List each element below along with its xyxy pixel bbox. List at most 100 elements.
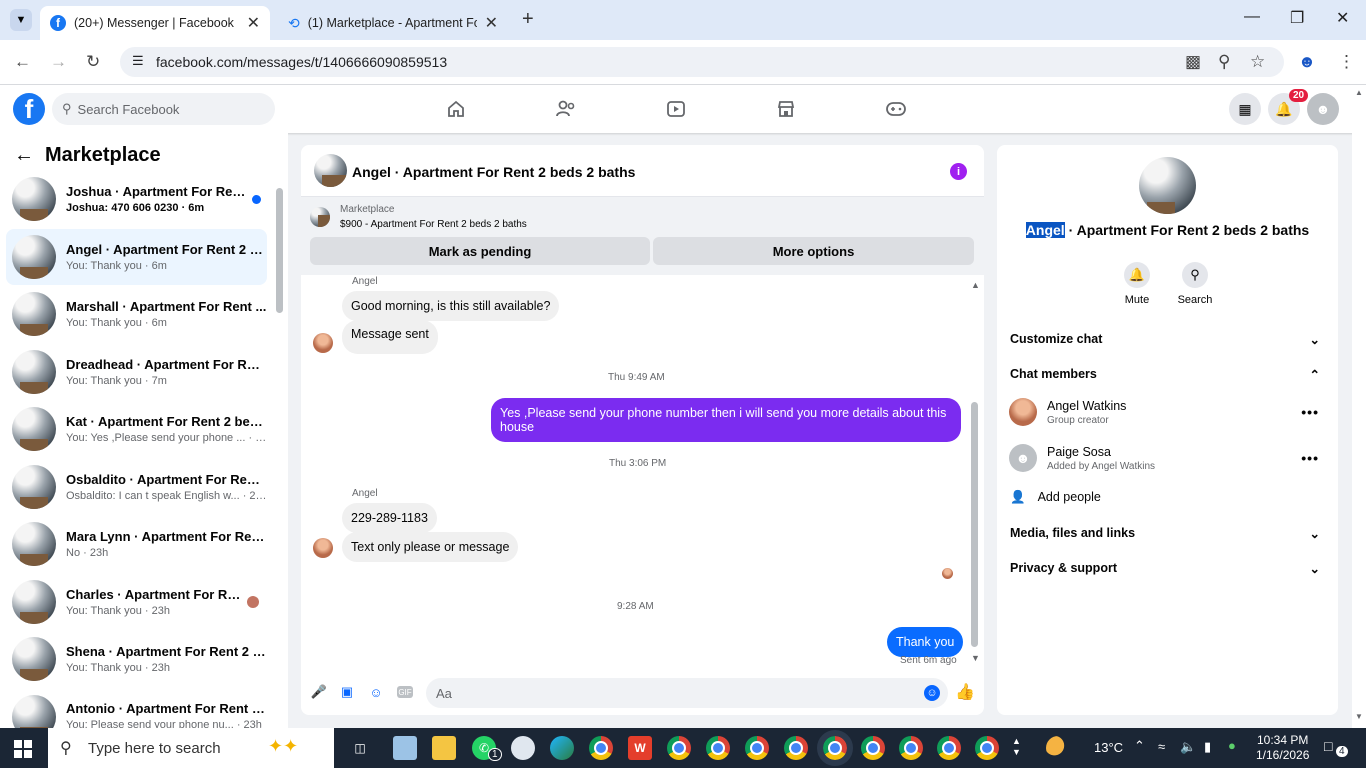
sender-avatar[interactable] — [313, 333, 333, 353]
microphone-icon[interactable]: 🎤 — [311, 684, 327, 700]
message-bubble[interactable]: Thank you — [887, 627, 964, 657]
conversation-item[interactable]: Joshua · Apartment For Rent ... Joshua: 4… — [6, 171, 267, 227]
menu-kebab-icon[interactable]: ⋮ — [1338, 52, 1355, 72]
marketplace-icon[interactable] — [774, 97, 798, 121]
privacy-support-section[interactable]: Privacy & support ⌄ — [1010, 561, 1320, 576]
close-tab-icon[interactable]: ✕ — [485, 13, 498, 33]
conversation-item[interactable]: Charles · Apartment For Rent ... You: Tha… — [6, 574, 267, 630]
member-options-icon[interactable]: ••• — [1301, 450, 1319, 466]
scroll-down-icon[interactable]: ▼ — [1355, 712, 1363, 721]
back-icon[interactable]: ← — [14, 52, 31, 72]
page-scrollbar[interactable]: ▲ ▼ — [1352, 88, 1366, 728]
video-icon[interactable] — [664, 97, 688, 121]
edge-icon[interactable] — [550, 736, 574, 760]
clock[interactable]: 10:34 PM 1/16/2026 — [1256, 733, 1309, 763]
gif-icon[interactable]: GIF — [397, 686, 413, 698]
url-field[interactable]: ☰ facebook.com/messages/t/14066660908595… — [120, 47, 1284, 77]
minimize-icon[interactable]: — — [1244, 8, 1260, 26]
weather-moon-icon[interactable] — [1046, 736, 1070, 760]
chrome-icon[interactable] — [937, 736, 961, 760]
security-icon[interactable]: ● — [1228, 738, 1236, 753]
customize-chat-section[interactable]: Customize chat ⌄ — [1010, 332, 1320, 347]
forward-icon[interactable]: → — [50, 52, 67, 72]
wifi-icon[interactable]: ≈ — [1158, 739, 1165, 754]
message-bubble[interactable]: Good morning, is this still available? — [342, 291, 560, 321]
scroll-up-icon[interactable]: ▲ — [971, 280, 980, 290]
taskbar-overflow-icon[interactable]: ▲ ▼ — [1012, 736, 1021, 758]
message-bubble[interactable]: Yes ,Please send your phone number then … — [491, 398, 961, 442]
conversation-item[interactable]: Shena · Apartment For Rent 2 b... You: Th… — [6, 631, 267, 687]
conversation-item[interactable]: Marshall · Apartment For Rent ... You: Th… — [6, 286, 267, 342]
office-icon[interactable]: W — [628, 736, 652, 760]
conversation-item[interactable]: Angel · Apartment For Rent 2 b... You: Th… — [6, 229, 267, 285]
mark-pending-button[interactable]: Mark as pending — [310, 237, 650, 265]
menu-grid-icon[interactable]: ▦ — [1229, 93, 1261, 125]
add-people-button[interactable]: 👤 Add people — [1010, 490, 1320, 505]
volume-icon[interactable]: 🔈 — [1180, 739, 1196, 755]
close-tab-icon[interactable]: ✕ — [247, 13, 260, 33]
listing-avatar-large[interactable] — [1139, 157, 1196, 214]
member-row[interactable]: Angel Watkins Group creator ••• — [1009, 396, 1319, 428]
chrome-icon[interactable] — [706, 736, 730, 760]
chrome-icon[interactable] — [745, 736, 769, 760]
temperature-text[interactable]: 13°C — [1094, 740, 1123, 755]
sticker-icon[interactable]: ☺ — [368, 684, 384, 700]
paint-app-icon[interactable] — [511, 736, 535, 760]
conversation-item[interactable]: Antonio · Apartment For Rent 2... You: Pl… — [6, 689, 267, 728]
maximize-icon[interactable]: ❐ — [1290, 8, 1304, 28]
taskbar-search-input[interactable]: ⚲ Type here to search ✦✦ — [48, 728, 334, 768]
chrome-icon[interactable] — [861, 736, 885, 760]
chat-members-section[interactable]: Chat members ⌃ — [1010, 367, 1320, 382]
message-bubble[interactable]: 229-289-1183 — [342, 503, 437, 533]
chrome-icon[interactable] — [899, 736, 923, 760]
reload-icon[interactable]: ↻ — [86, 52, 100, 72]
conversation-item[interactable]: Kat · Apartment For Rent 2 bed... You: Ye… — [6, 401, 267, 457]
chrome-icon[interactable] — [817, 730, 853, 766]
sidebar-scrollbar[interactable] — [276, 188, 283, 313]
search-conversation-button[interactable]: ⚲ Search — [1170, 262, 1220, 306]
listing-price-title[interactable]: $900 - Apartment For Rent 2 beds 2 baths — [340, 219, 527, 230]
file-explorer-icon[interactable] — [432, 736, 456, 760]
site-settings-icon[interactable]: ☰ — [132, 53, 144, 69]
new-tab-icon[interactable]: + — [522, 8, 534, 31]
close-window-icon[interactable]: ✕ — [1336, 8, 1349, 28]
sender-avatar[interactable] — [313, 538, 333, 558]
photo-icon[interactable]: ▣ — [339, 684, 355, 700]
friends-icon[interactable] — [554, 97, 578, 121]
battery-icon[interactable]: ▮ — [1204, 739, 1211, 755]
scroll-down-icon[interactable]: ▼ — [971, 653, 980, 663]
chat-avatar[interactable] — [314, 154, 347, 187]
home-icon[interactable] — [444, 97, 468, 121]
chrome-icon[interactable] — [667, 736, 691, 760]
tab-marketplace[interactable]: ⟲ (1) Marketplace - Apartment Fo ✕ — [278, 6, 508, 40]
emoji-icon[interactable]: ☺ — [924, 685, 940, 701]
conversation-item[interactable]: Dreadhead · Apartment For Ren... You: Tha… — [6, 344, 267, 400]
conversation-item[interactable]: Osbaldito · Apartment For Rent ... Osbald… — [6, 459, 267, 515]
member-options-icon[interactable]: ••• — [1301, 404, 1319, 420]
install-app-icon[interactable]: ▩ — [1185, 52, 1201, 72]
gaming-icon[interactable] — [884, 97, 908, 121]
message-input[interactable]: Aa ☺ — [426, 678, 948, 708]
chrome-icon[interactable] — [589, 736, 613, 760]
more-options-button[interactable]: More options — [653, 237, 974, 265]
member-row[interactable]: ☻ Paige Sosa Added by Angel Watkins ••• — [1009, 442, 1319, 474]
bookmark-star-icon[interactable]: ☆ — [1250, 52, 1265, 72]
tab-messenger[interactable]: f (20+) Messenger | Facebook ✕ — [40, 6, 270, 40]
facebook-search-input[interactable]: ⚲ Search Facebook — [52, 93, 275, 125]
chrome-icon[interactable] — [784, 736, 808, 760]
media-files-section[interactable]: Media, files and links ⌄ — [1010, 526, 1320, 541]
listing-thumbnail[interactable] — [310, 207, 330, 227]
zoom-icon[interactable]: ⚲ — [1218, 52, 1230, 72]
profile-icon[interactable]: ☻ — [1298, 52, 1316, 72]
back-arrow-icon[interactable]: ← — [14, 144, 34, 167]
like-thumb-icon[interactable]: 👍 — [955, 684, 975, 701]
chrome-icon[interactable] — [975, 736, 999, 760]
scroll-up-icon[interactable]: ▲ — [1355, 88, 1363, 97]
message-bubble[interactable]: Message sent — [342, 320, 438, 354]
notes-app-icon[interactable] — [393, 736, 417, 760]
task-view-icon[interactable]: ◫ — [348, 736, 372, 760]
chat-scrollbar[interactable] — [971, 402, 978, 647]
chat-title[interactable]: Angel · Apartment For Rent 2 beds 2 bath… — [352, 164, 635, 180]
show-hidden-icons-icon[interactable]: ⌃ — [1134, 738, 1145, 754]
account-avatar[interactable]: ☻ — [1307, 93, 1339, 125]
